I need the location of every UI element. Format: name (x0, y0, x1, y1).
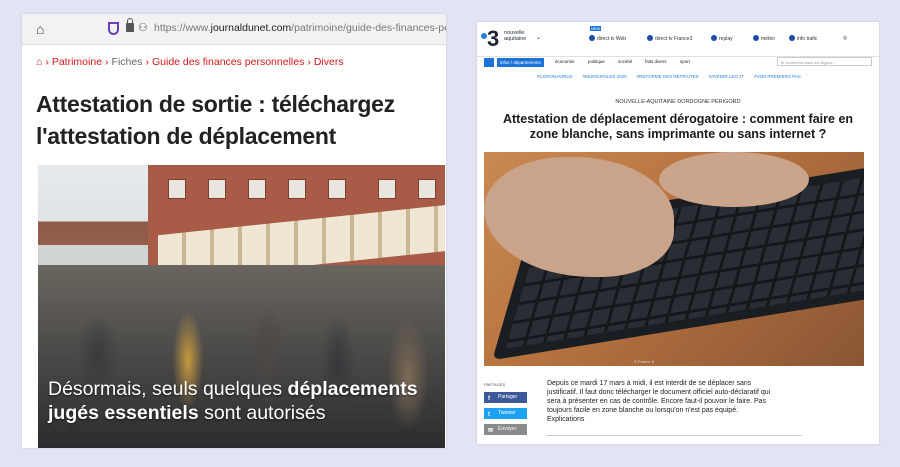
topbar-trafic[interactable]: info trafic (789, 35, 817, 42)
photo-credit: © France 3 (634, 359, 654, 364)
url-text[interactable]: https://www.journaldunet.com/patrimoine/… (154, 22, 446, 34)
share-label: PARTAGES (484, 382, 506, 387)
hand-left (484, 157, 674, 277)
france3-panel: 3 nouvelleaquitaine ⌄ direct tv Web dire… (477, 22, 879, 444)
breadcrumb-fiches[interactable]: Fiches (112, 56, 143, 68)
photo-caption: Désormais, seuls quelques déplacements j… (48, 378, 418, 424)
market-stall (38, 245, 148, 265)
tag-link[interactable]: #VOS PREMIERS PAS (754, 74, 801, 79)
email-share-button[interactable]: ✉ Envoyer (484, 424, 527, 435)
breadcrumb-guide[interactable]: Guide des finances personnelles (152, 56, 304, 68)
article-title: Attestation de déplacement dérogatoire :… (502, 112, 854, 141)
nav-sport[interactable]: sport (680, 59, 690, 64)
site-header: 3 nouvelleaquitaine ⌄ direct tv Web dire… (477, 22, 879, 56)
article-kicker: NOUVELLE-AQUITAINE DORDOGNE PÉRIGORD (615, 99, 741, 105)
play-icon (589, 35, 595, 41)
home-icon[interactable]: ⌂ (36, 56, 42, 68)
weather-icon (753, 35, 759, 41)
home-icon[interactable]: ⌂ (36, 21, 44, 37)
france3-logo[interactable]: 3 (481, 26, 499, 52)
nav-economie[interactable]: économie (555, 59, 575, 64)
topbar-meteo[interactable]: météo (753, 35, 775, 42)
breadcrumb-divers[interactable]: Divers (314, 56, 344, 68)
logo-region-text[interactable]: nouvelle aquitaine (504, 30, 526, 42)
facebook-share-button[interactable]: f Partager (484, 392, 527, 403)
shield-icon[interactable] (108, 22, 119, 35)
tag-link[interactable]: #REFORME DES RETRAITES (637, 74, 699, 79)
lock-icon[interactable] (126, 18, 134, 32)
traffic-icon (789, 35, 795, 41)
topbar-replay[interactable]: replay (711, 35, 733, 42)
tab-departements[interactable]: infos / départements (497, 58, 544, 67)
keyboard-photo: © France 3 (484, 152, 864, 366)
topbar-direct-web[interactable]: direct tv Web (589, 26, 626, 42)
divider (547, 435, 802, 436)
hashtag-bar: #CORONAVIRUS #MUNICIPALES 2020 #REFORME DE… (537, 74, 811, 79)
permissions-icon[interactable]: ⚇ (138, 21, 148, 34)
nav-faits-divers[interactable]: faits divers (645, 59, 667, 64)
hand-right (659, 152, 809, 207)
menu-icon[interactable] (484, 58, 494, 67)
topbar-direct-france3[interactable]: direct tv France3 (647, 35, 692, 42)
tag-link[interactable]: #CORONAVIRUS (537, 74, 573, 79)
article-lead: Depuis ce mardi 17 mars à midi, il est i… (547, 380, 771, 423)
market-photo: Désormais, seuls quelques déplacements j… (38, 165, 445, 448)
twitter-share-button[interactable]: t Tweeter (484, 408, 527, 419)
tag-link[interactable]: #MUNICIPALES 2020 (583, 74, 627, 79)
twitter-icon: t (488, 412, 490, 418)
main-nav: infos / départements économie politique … (477, 56, 879, 69)
journaldunet-panel: ⌂ ⚇ https://www.journaldunet.com/patrimo… (22, 14, 446, 448)
email-icon: ✉ (488, 428, 494, 434)
nav-societe[interactable]: société (618, 59, 632, 64)
nav-politique[interactable]: politique (588, 59, 605, 64)
share-block: PARTAGES f Partager t Tweeter ✉ Envoyer (484, 382, 527, 435)
article-title: Attestation de sortie : téléchargez l'at… (36, 91, 395, 149)
logo-dot-icon (481, 33, 487, 39)
facebook-icon: f (488, 396, 490, 402)
browser-url-bar[interactable]: ⌂ ⚇ https://www.journaldunet.com/patrimo… (22, 14, 446, 45)
tv-icon (647, 35, 653, 41)
replay-icon (711, 35, 717, 41)
user-icon[interactable]: ◎ (843, 35, 847, 41)
chevron-down-icon[interactable]: ⌄ (536, 34, 541, 41)
search-input[interactable]: Je recherche dans ma région... (777, 57, 872, 66)
tag-link[interactable]: #AVENIR LEO JT (709, 74, 744, 79)
breadcrumb-patrimoine[interactable]: Patrimoine (52, 56, 102, 68)
breadcrumb: ⌂ › Patrimoine › Fiches › Guide des finances p… (36, 56, 344, 68)
